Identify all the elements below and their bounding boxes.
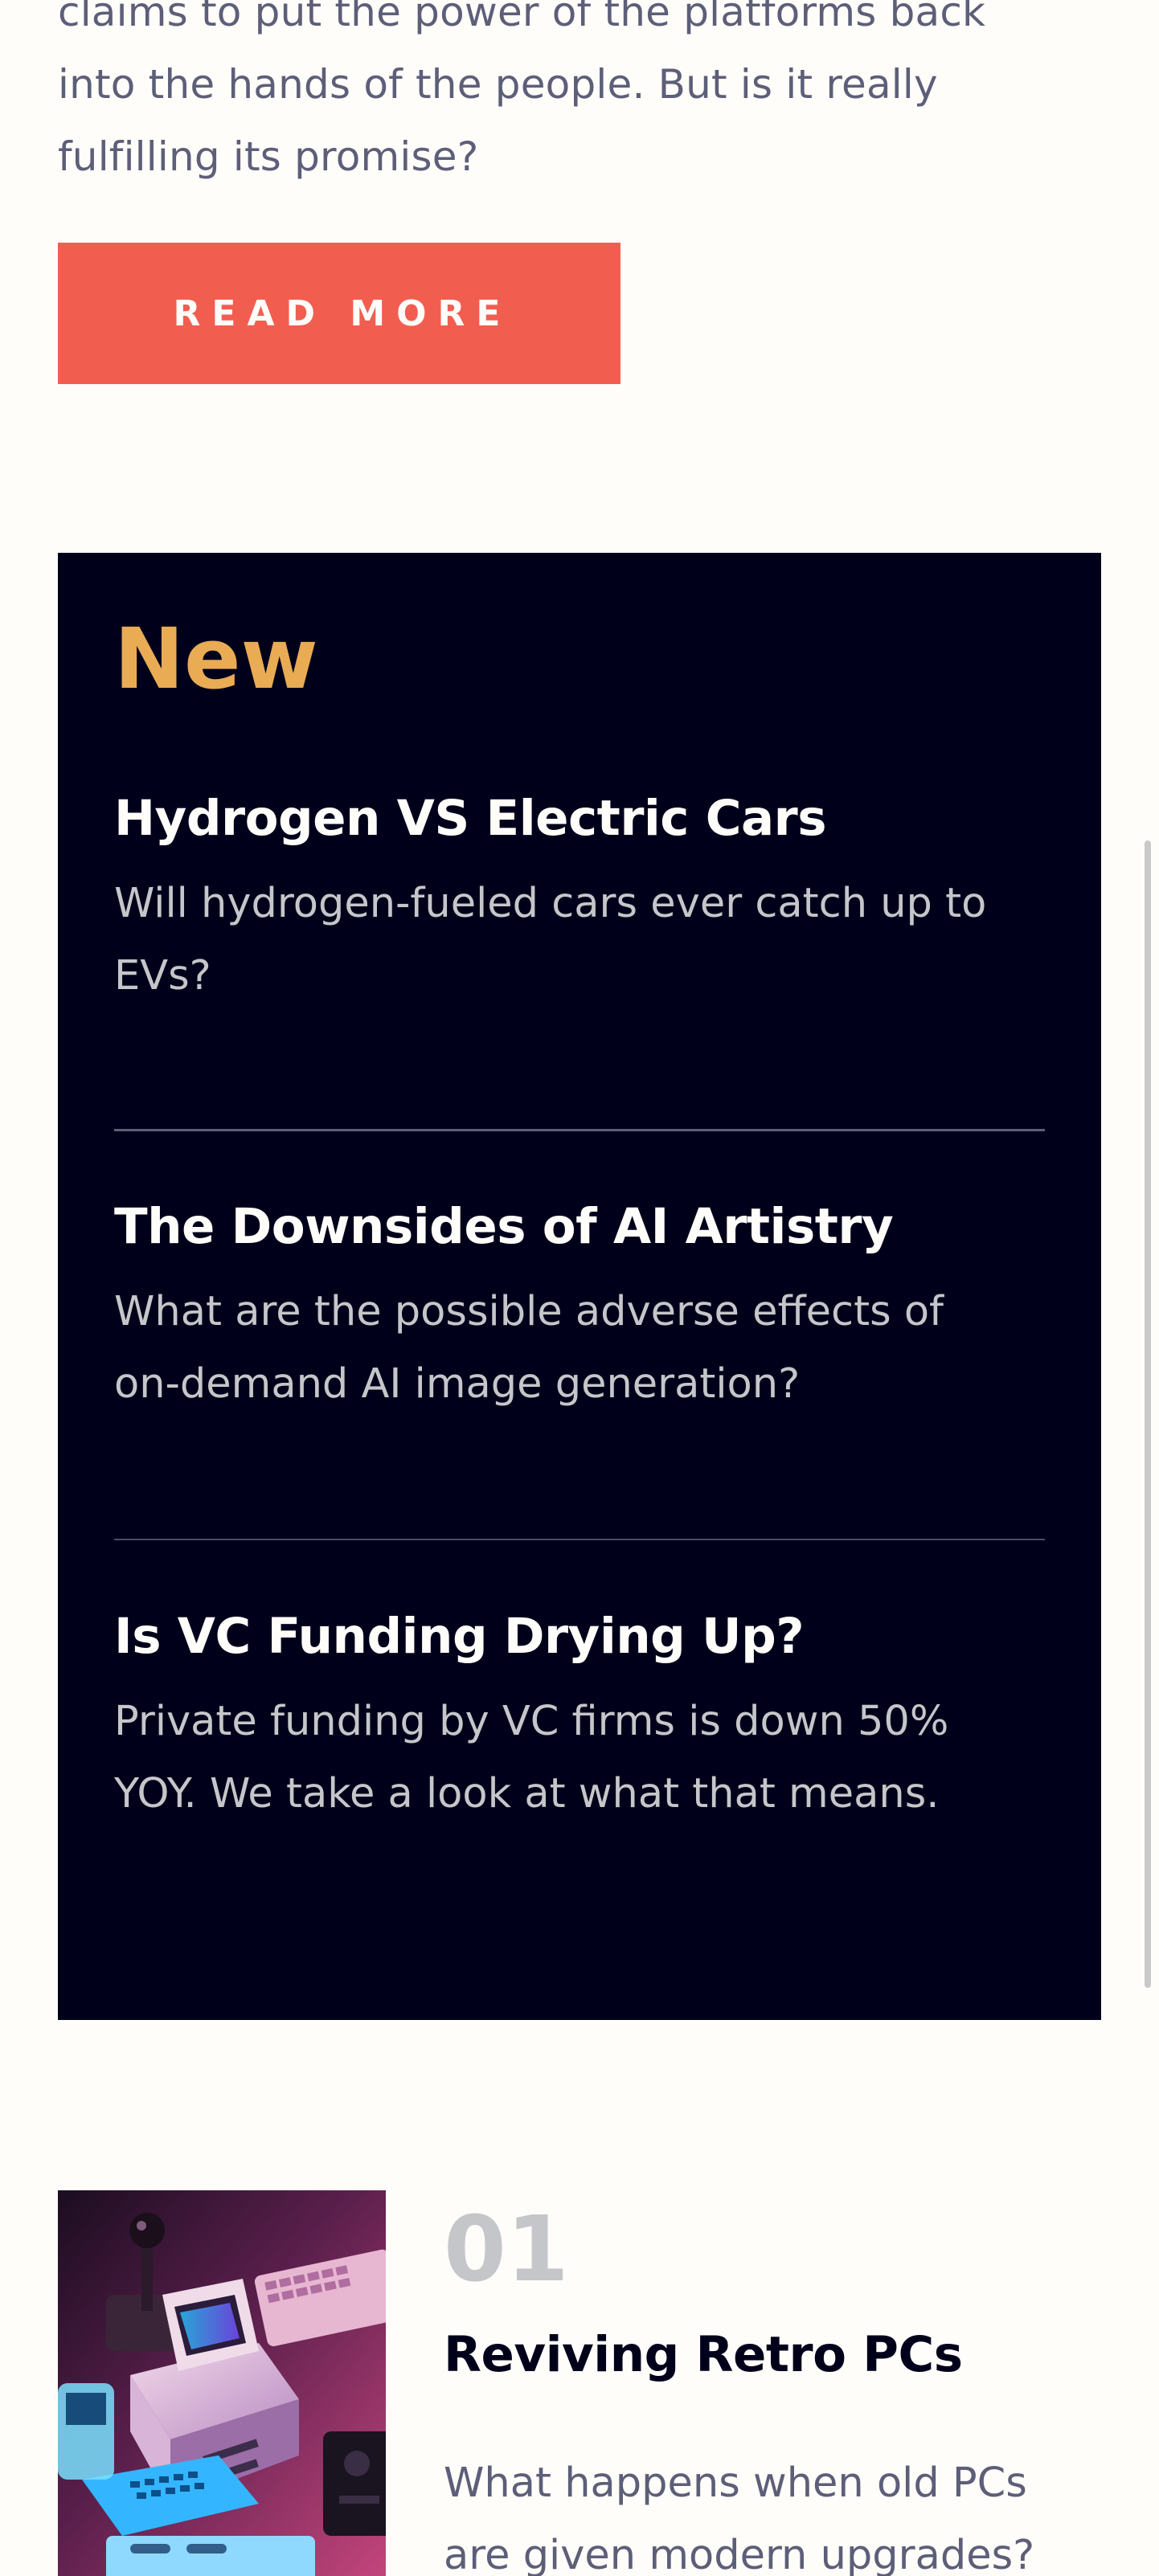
- desc-line: Will hydrogen-fueled cars ever catch up …: [114, 880, 987, 928]
- scrollbar-thumb[interactable]: [1145, 840, 1151, 1988]
- retro-pc-image[interactable]: [58, 2190, 386, 2576]
- retro-pc-illustration: [58, 2190, 386, 2576]
- desc-line: EVs?: [114, 952, 211, 1000]
- new-item[interactable]: The Downsides of AI Artistry What are th…: [114, 1198, 1045, 1421]
- desc-line: Private funding by VC firms is down 50%: [114, 1698, 949, 1746]
- desc-line: What are the possible adverse effects of: [114, 1288, 944, 1336]
- new-item-description: Will hydrogen-fueled cars ever catch up …: [114, 868, 1045, 1012]
- new-heading: New: [114, 610, 318, 708]
- article-number: 01: [444, 2198, 569, 2302]
- intro-line: into the hands of the people. But is it …: [58, 61, 938, 108]
- desc-line: on-demand AI image generation?: [114, 1360, 801, 1409]
- desc-line: What happens when old PCs: [444, 2459, 1027, 2507]
- intro-line: fulfilling its promise?: [58, 133, 479, 180]
- intro-line: claims to put the power of the platforms…: [58, 0, 986, 35]
- article-list-item: 01 Reviving Retro PCs What happens when …: [58, 2190, 1101, 2576]
- article-description: What happens when old PCs are given mode…: [444, 2447, 1101, 2576]
- article-intro-text: claims to put the power of the platforms…: [58, 0, 1071, 193]
- new-item[interactable]: Hydrogen VS Electric Cars Will hydrogen-…: [114, 790, 1045, 1012]
- new-item-description: What are the possible adverse effects of…: [114, 1276, 1045, 1421]
- desc-line: YOY. We take a look at what that means.: [114, 1770, 940, 1818]
- new-articles-panel: New Hydrogen VS Electric Cars Will hydro…: [58, 553, 1101, 2020]
- new-item[interactable]: Is VC Funding Drying Up? Private funding…: [114, 1608, 1045, 1830]
- new-item-title[interactable]: The Downsides of AI Artistry: [114, 1198, 1045, 1255]
- read-more-button[interactable]: READ MORE: [58, 243, 620, 384]
- page: claims to put the power of the platforms…: [0, 0, 1159, 2576]
- new-item-title[interactable]: Is VC Funding Drying Up?: [114, 1608, 1045, 1665]
- article-title[interactable]: Reviving Retro PCs: [444, 2326, 963, 2383]
- divider: [114, 1539, 1045, 1540]
- new-item-title[interactable]: Hydrogen VS Electric Cars: [114, 790, 1045, 847]
- new-item-description: Private funding by VC firms is down 50% …: [114, 1686, 1045, 1830]
- desc-line: are given modern upgrades?: [444, 2532, 1035, 2576]
- divider: [114, 1129, 1045, 1131]
